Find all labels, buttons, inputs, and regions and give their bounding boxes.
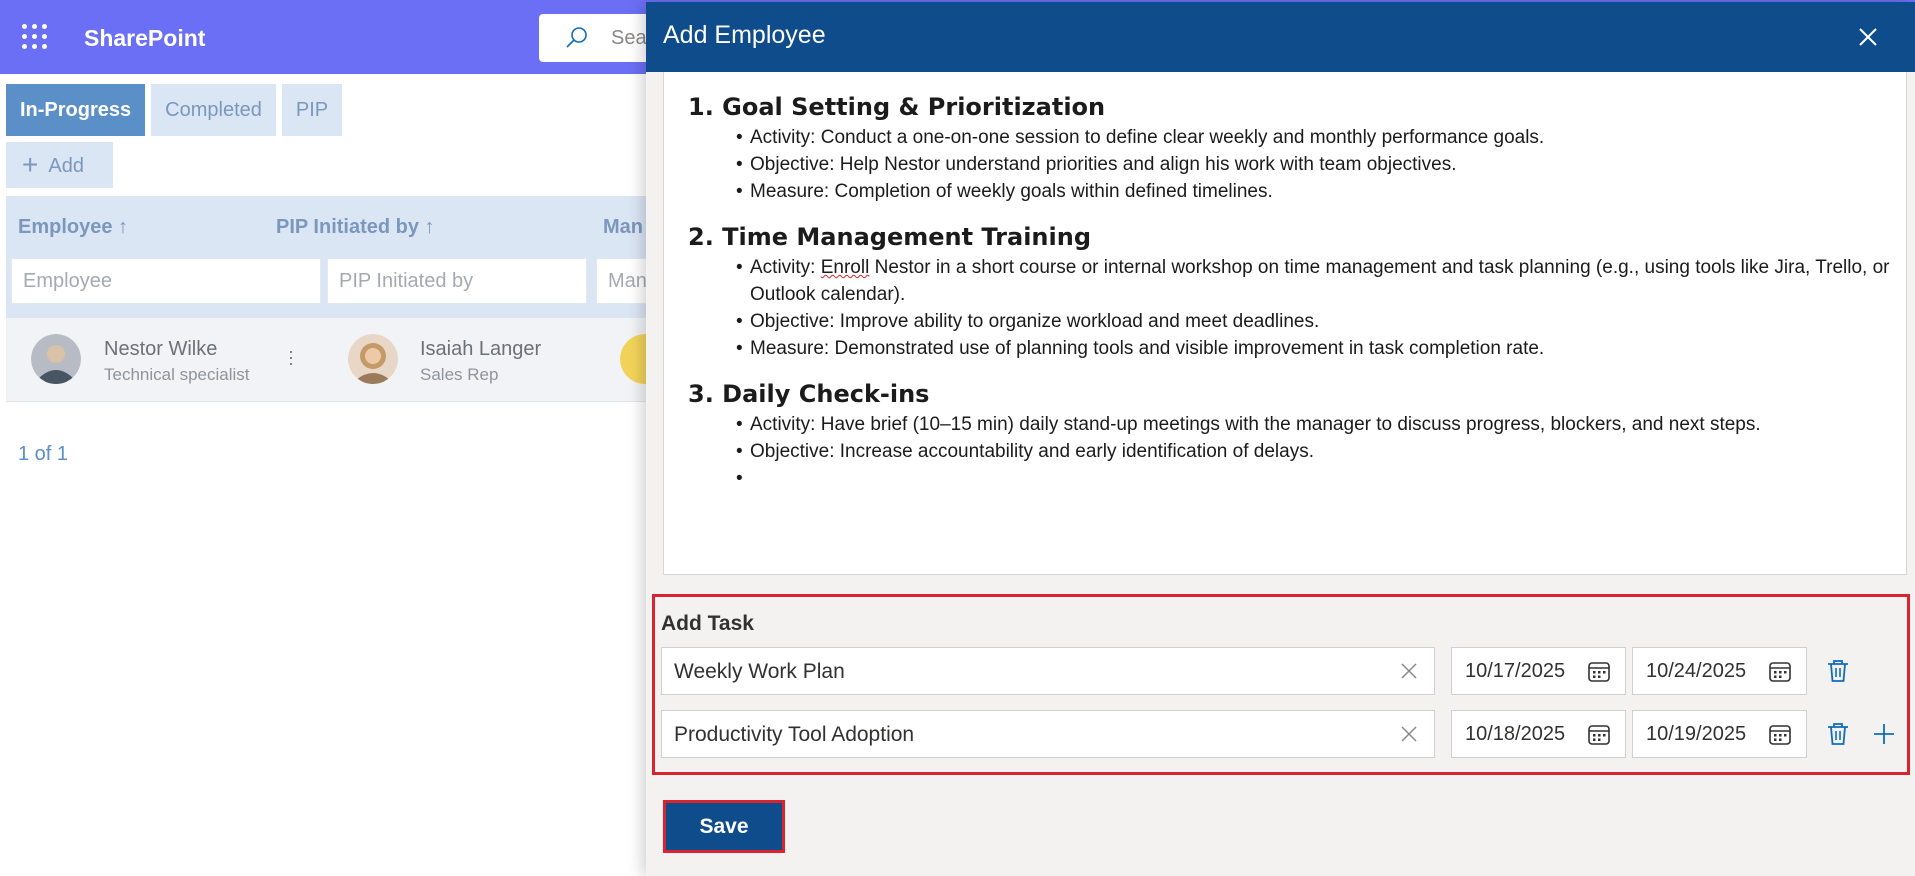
initiator-name: Isaiah Langer bbox=[420, 338, 542, 360]
employee-name: Nestor Wilke bbox=[104, 338, 218, 360]
calendar-icon[interactable] bbox=[1768, 660, 1792, 684]
calendar-icon[interactable] bbox=[1587, 723, 1611, 747]
add-task-icon[interactable] bbox=[1870, 720, 1898, 748]
tab-pip[interactable]: PIP bbox=[281, 84, 343, 136]
more-options-icon[interactable]: · · · bbox=[288, 342, 294, 372]
add-task-label: Add Task bbox=[661, 612, 754, 635]
plan-section: 1. Goal Setting & Prioritization Activit… bbox=[688, 90, 1544, 205]
misspelled-word[interactable]: Enroll bbox=[821, 257, 870, 278]
search-placeholder: Sea bbox=[611, 27, 647, 49]
tab-in-progress[interactable]: In-Progress bbox=[6, 84, 146, 136]
calendar-icon[interactable] bbox=[1768, 723, 1792, 747]
initiator-role: Sales Rep bbox=[420, 365, 499, 384]
employee-role: Technical specialist bbox=[104, 365, 250, 384]
add-button-label: Add bbox=[48, 155, 84, 177]
section-heading: 2. Time Management Training bbox=[688, 223, 1091, 251]
add-task-section: Add Task Weekly Work Plan 10/17/2025 10/… bbox=[652, 594, 1910, 775]
plan-section: 3. Daily Check-ins Activity: Have brief … bbox=[688, 377, 1761, 492]
section-heading: 1. Goal Setting & Prioritization bbox=[688, 93, 1106, 121]
employee-filter-input[interactable]: Employee bbox=[11, 258, 321, 304]
add-button[interactable]: + Add bbox=[6, 142, 113, 188]
task-name-input[interactable]: Weekly Work Plan bbox=[661, 647, 1435, 695]
list-item: Measure: Demonstrated use of planning to… bbox=[736, 335, 1906, 362]
pip-plan-editor[interactable]: 1. Goal Setting & Prioritization Activit… bbox=[663, 72, 1907, 575]
task-name-value: Productivity Tool Adoption bbox=[674, 723, 915, 746]
tab-completed[interactable]: Completed bbox=[151, 84, 276, 136]
list-item bbox=[736, 465, 1761, 492]
pip-initiated-by-filter-input[interactable]: PIP Initiated by bbox=[327, 258, 587, 304]
column-header-manager[interactable]: Man bbox=[603, 216, 643, 239]
bullet-list: Activity: Enroll Nestor in a short cours… bbox=[736, 254, 1906, 362]
list-item: Objective: Improve ability to organize w… bbox=[736, 308, 1906, 335]
avatar bbox=[31, 334, 81, 384]
app-title[interactable]: SharePoint bbox=[84, 25, 205, 52]
delete-task-icon[interactable] bbox=[1824, 657, 1852, 685]
end-date-picker[interactable]: 10/19/2025 bbox=[1632, 710, 1807, 758]
panel-header: Add Employee bbox=[646, 2, 1915, 72]
column-header-pip-initiated-by[interactable]: PIP Initiated by ↑ bbox=[276, 216, 435, 239]
list-item: Activity: Conduct a one-on-one session t… bbox=[736, 124, 1544, 151]
list-item: Activity: Have brief (10–15 min) daily s… bbox=[736, 411, 1761, 438]
pager: 1 of 1 bbox=[18, 443, 69, 465]
bullet-list: Activity: Conduct a one-on-one session t… bbox=[736, 124, 1544, 205]
start-date-picker[interactable]: 10/17/2025 bbox=[1451, 647, 1626, 695]
status-tabs: In-Progress Completed PIP bbox=[6, 84, 348, 136]
end-date-value: 10/19/2025 bbox=[1646, 723, 1747, 745]
start-date-value: 10/17/2025 bbox=[1465, 660, 1566, 682]
list-item: Activity: Enroll Nestor in a short cours… bbox=[736, 254, 1906, 308]
grid-header: Employee ↑ PIP Initiated by ↑ Man Employ… bbox=[6, 196, 656, 318]
plan-section: 2. Time Management Training Activity: En… bbox=[688, 220, 1906, 362]
avatar bbox=[348, 334, 398, 384]
task-name-value: Weekly Work Plan bbox=[674, 660, 845, 683]
end-date-value: 10/24/2025 bbox=[1646, 660, 1747, 682]
add-employee-panel: Add Employee 1. Goal Setting & Prioritiz… bbox=[646, 2, 1915, 876]
list-item: Objective: Help Nestor understand priori… bbox=[736, 151, 1544, 178]
panel-title: Add Employee bbox=[663, 21, 826, 49]
delete-task-icon[interactable] bbox=[1824, 720, 1852, 748]
start-date-picker[interactable]: 10/18/2025 bbox=[1451, 710, 1626, 758]
table-row[interactable]: Nestor Wilke Technical specialist · · · Is… bbox=[6, 318, 670, 402]
column-header-employee[interactable]: Employee ↑ bbox=[18, 216, 128, 239]
calendar-icon[interactable] bbox=[1587, 660, 1611, 684]
plus-icon: + bbox=[22, 149, 39, 180]
app-launcher-icon[interactable] bbox=[22, 24, 48, 50]
search-icon bbox=[566, 27, 587, 48]
clear-icon[interactable] bbox=[1400, 662, 1418, 680]
list-item: Objective: Increase accountability and e… bbox=[736, 438, 1761, 465]
section-heading: 3. Daily Check-ins bbox=[688, 380, 930, 408]
start-date-value: 10/18/2025 bbox=[1465, 723, 1566, 745]
clear-icon[interactable] bbox=[1400, 725, 1418, 743]
save-button[interactable]: Save bbox=[663, 800, 785, 853]
end-date-picker[interactable]: 10/24/2025 bbox=[1632, 647, 1807, 695]
bullet-list: Activity: Have brief (10–15 min) daily s… bbox=[736, 411, 1761, 492]
task-name-input[interactable]: Productivity Tool Adoption bbox=[661, 710, 1435, 758]
list-item: Measure: Completion of weekly goals with… bbox=[736, 178, 1544, 205]
close-icon[interactable] bbox=[1853, 22, 1883, 52]
